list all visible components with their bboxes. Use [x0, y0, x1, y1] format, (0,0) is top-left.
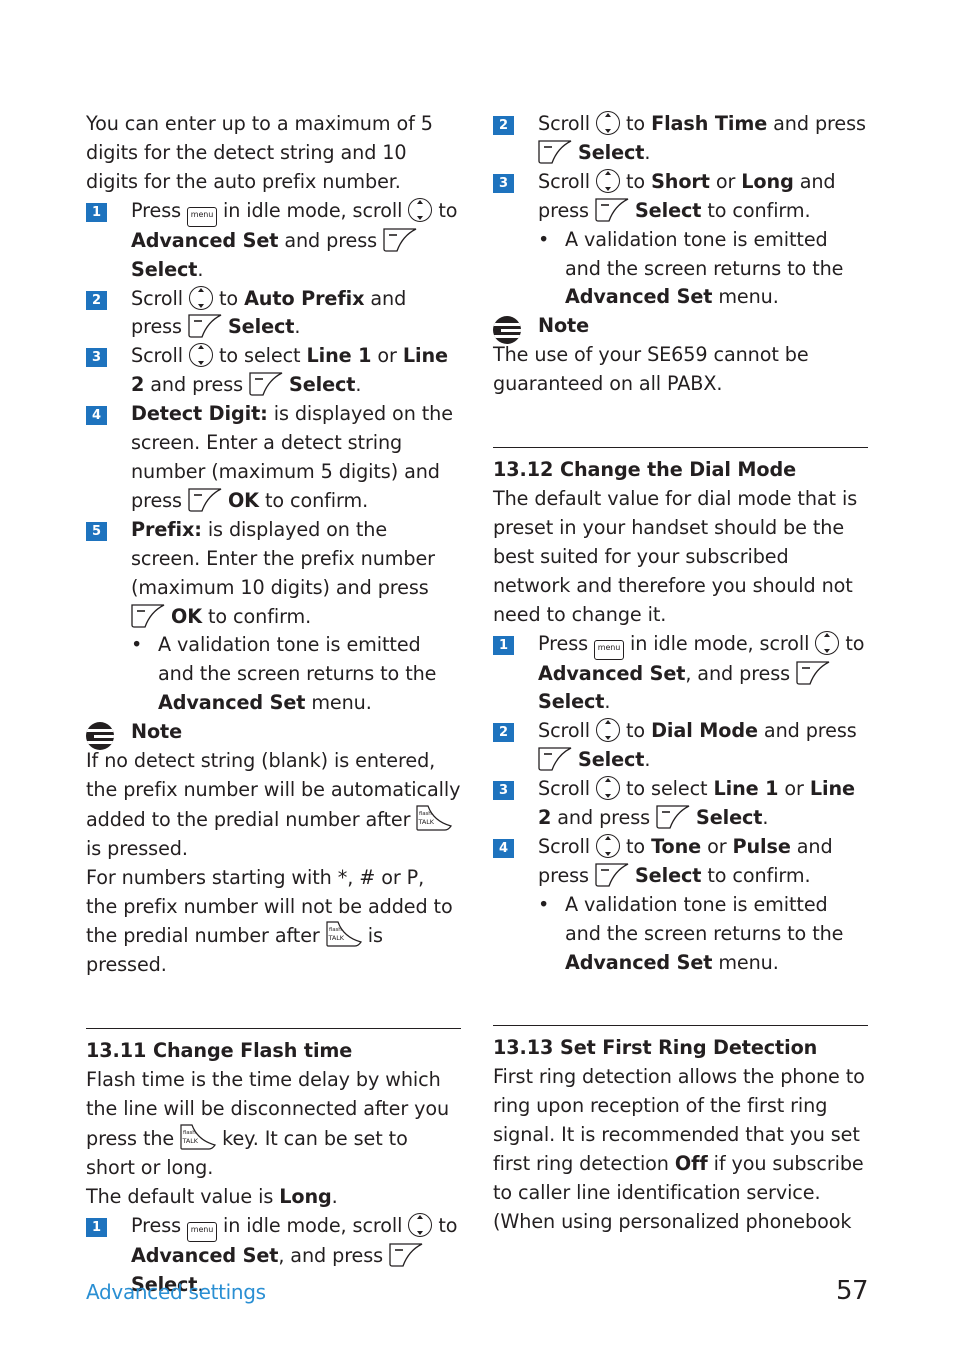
- svg-text:flash: flash: [183, 1130, 196, 1136]
- softkey-icon: [188, 314, 222, 339]
- svg-text:TALK: TALK: [182, 1137, 199, 1145]
- softkey-icon: [383, 228, 417, 252]
- note-icon: [493, 316, 521, 345]
- section-paragraph: First ring detection allows the phone to…: [493, 1065, 865, 1233]
- step-1: 1 Press menu in idle mode, scroll to Adv…: [493, 630, 868, 718]
- softkey-icon: [796, 660, 830, 685]
- section-heading-13-12: 13.12 Change the Dial Mode: [493, 458, 797, 482]
- step-3: 3 Scroll to Short or Long and press Sele…: [493, 168, 868, 226]
- step-number: 1: [86, 202, 107, 222]
- step-number: 3: [86, 348, 107, 368]
- navigation-key-icon: [596, 718, 620, 743]
- step-2: 2 Scroll to Flash Time and press Select.: [493, 110, 868, 168]
- note-heading: Note: [86, 718, 461, 751]
- default-value-paragraph: The default value is Long.: [86, 1184, 338, 1208]
- step-4: 4 Scroll to Tone or Pulse and press Sele…: [493, 833, 868, 891]
- bullet-item: • A validation tone is emitted and the s…: [538, 227, 844, 309]
- svg-text:TALK: TALK: [418, 818, 435, 826]
- step-number: 3: [493, 781, 514, 801]
- step-number: 4: [86, 406, 107, 426]
- svg-text:TALK: TALK: [327, 934, 344, 942]
- navigation-key-icon: [596, 776, 620, 801]
- navigation-key-icon: [408, 197, 433, 222]
- step-number: 2: [493, 723, 514, 743]
- note-icon: [86, 722, 114, 751]
- menu-key-icon: menu: [187, 206, 217, 227]
- step-2: 2 Scroll to Auto Prefix and press Select…: [86, 285, 461, 343]
- page-number: 57: [836, 1276, 869, 1306]
- talk-key-icon: flashTALK: [180, 1124, 217, 1150]
- step-number: 1: [493, 635, 514, 655]
- step-1: 1 Press menu in idle mode, scroll to Adv…: [86, 197, 461, 285]
- section-paragraph: Flash time is the time delay by which th…: [86, 1068, 450, 1179]
- softkey-icon: [538, 140, 572, 164]
- step-number: 2: [493, 116, 514, 135]
- step-2: 2 Scroll to Dial Mode and press Select.: [493, 717, 868, 775]
- bullet-item: • A validation tone is emitted and the s…: [538, 892, 844, 974]
- menu-key-icon: menu: [187, 1221, 217, 1242]
- section-heading-13-13: 13.13 Set First Ring Detection: [493, 1036, 818, 1060]
- softkey-icon: [131, 603, 165, 628]
- step-4: 4 Detect Digit: is displayed on the scre…: [86, 400, 461, 516]
- step-3: 3 Scroll to select Line 1 or Line 2 and …: [493, 775, 868, 833]
- note-paragraph-2: For numbers starting with *, # or P, the…: [86, 865, 453, 977]
- step-5: 5 Prefix: is displayed on the screen. En…: [86, 516, 461, 632]
- left-column: You can enter up to a maximum of 5 digit…: [86, 110, 461, 1300]
- right-column: 2 Scroll to Flash Time and press Select.…: [493, 110, 868, 1237]
- navigation-key-icon: [408, 1212, 433, 1237]
- section-heading-13-11: 13.11 Change Flash time: [86, 1039, 353, 1063]
- softkey-icon: [188, 488, 222, 512]
- footer-section-title: Advanced settings: [86, 1280, 266, 1304]
- navigation-key-icon: [189, 285, 213, 310]
- step-number: 4: [493, 838, 514, 858]
- note-paragraph: The use of your SE659 cannot be guarante…: [493, 343, 809, 396]
- talk-key-icon: flashTALK: [326, 921, 362, 948]
- step-3: 3 Scroll to select Line 1 or Line 2 and …: [86, 342, 461, 400]
- navigation-key-icon: [596, 833, 620, 858]
- softkey-icon: [249, 372, 283, 396]
- softkey-icon: [595, 198, 629, 222]
- navigation-key-icon: [596, 168, 620, 193]
- softkey-icon: [389, 1243, 423, 1267]
- navigation-key-icon: [189, 343, 213, 368]
- navigation-key-icon: [596, 111, 620, 135]
- softkey-icon: [538, 747, 572, 771]
- note-paragraph-1: If no detect string (blank) is entered, …: [86, 749, 461, 860]
- navigation-key-icon: [815, 630, 840, 655]
- menu-key-icon: menu: [594, 639, 624, 660]
- note-heading: Note: [493, 312, 868, 345]
- step-number: 1: [86, 1217, 107, 1237]
- talk-key-icon: flashTALK: [416, 805, 453, 831]
- bullet-item: • A validation tone is emitted and the s…: [131, 633, 437, 715]
- step-number: 2: [86, 290, 107, 310]
- softkey-icon: [595, 863, 629, 887]
- softkey-icon: [656, 805, 690, 829]
- step-number: 3: [493, 173, 514, 193]
- svg-text:flash: flash: [419, 811, 432, 817]
- step-number: 5: [86, 521, 107, 541]
- svg-text:flash: flash: [329, 927, 342, 933]
- intro-paragraph: You can enter up to a maximum of 5 digit…: [86, 112, 433, 193]
- section-paragraph: The default value for dial mode that is …: [493, 486, 858, 626]
